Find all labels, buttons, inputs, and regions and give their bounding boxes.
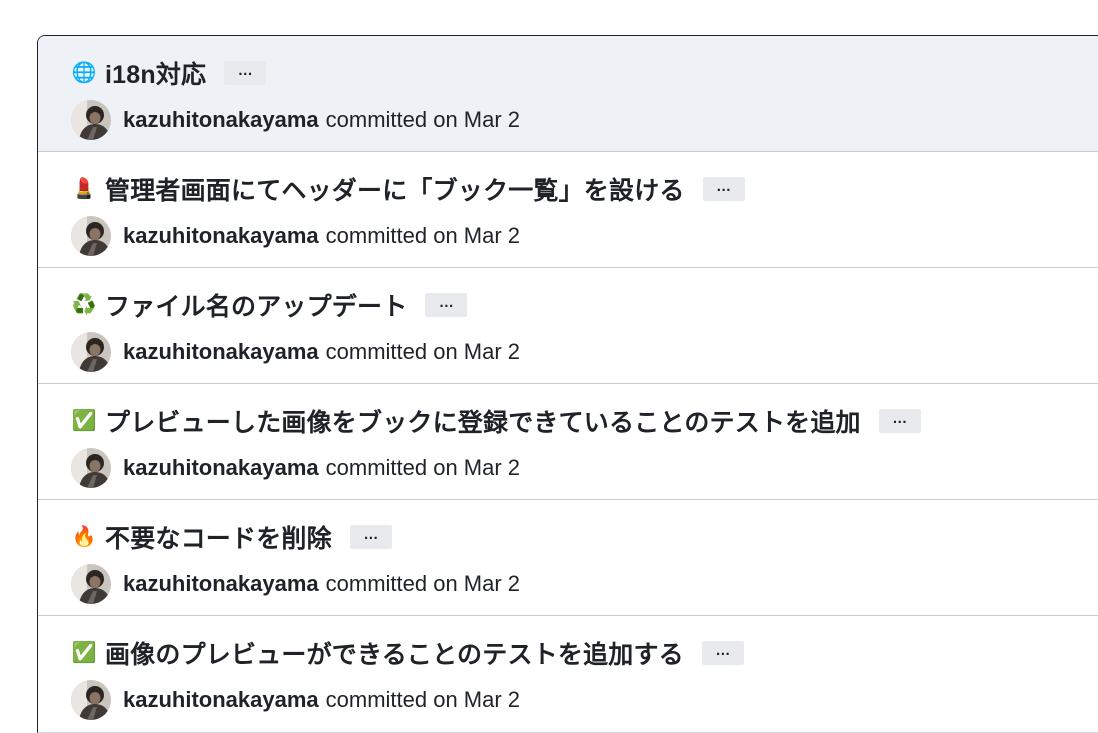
- avatar[interactable]: [71, 680, 111, 720]
- avatar[interactable]: [71, 448, 111, 488]
- commit-title-link[interactable]: 不要なコードを削除: [105, 519, 332, 555]
- commit-meta: kazuhitonakayama committed on Mar 2: [71, 680, 520, 720]
- check-mark-icon: ✅: [71, 410, 97, 432]
- avatar[interactable]: [71, 100, 111, 140]
- lipstick-icon: 💄: [71, 178, 97, 200]
- author-link[interactable]: kazuhitonakayama: [123, 455, 319, 481]
- author-link[interactable]: kazuhitonakayama: [123, 687, 319, 713]
- commit-meta: kazuhitonakayama committed on Mar 2: [71, 564, 520, 604]
- commit-title-link[interactable]: i18n対応: [105, 55, 206, 91]
- avatar[interactable]: [71, 216, 111, 256]
- expand-message-button[interactable]: …: [702, 177, 745, 201]
- commit-row[interactable]: 💄 管理者画面にてヘッダーに「ブック一覧」を設ける … kazuhitonaka…: [38, 152, 1098, 268]
- commit-title-line: ✅ 画像のプレビューができることのテストを追加する …: [71, 636, 744, 670]
- avatar[interactable]: [71, 564, 111, 604]
- author-link[interactable]: kazuhitonakayama: [123, 107, 319, 133]
- commit-row[interactable]: ✅ プレビューした画像をブックに登録できていることのテストを追加 … kazuh…: [38, 384, 1098, 500]
- expand-message-button[interactable]: …: [425, 293, 468, 317]
- commit-date: committed on Mar 2: [325, 107, 521, 132]
- check-mark-icon: ✅: [71, 642, 97, 664]
- author-link[interactable]: kazuhitonakayama: [123, 339, 319, 365]
- commit-title-line: 🔥 不要なコードを削除 …: [71, 520, 392, 554]
- author-link[interactable]: kazuhitonakayama: [123, 571, 319, 597]
- commit-title-link[interactable]: プレビューした画像をブックに登録できていることのテストを追加: [105, 403, 861, 439]
- expand-message-button[interactable]: …: [349, 525, 392, 549]
- commit-date: committed on Mar 2: [325, 455, 521, 480]
- commit-row[interactable]: ✅ 画像のプレビューができることのテストを追加する … kazuhitonaka…: [38, 616, 1098, 732]
- commit-date: committed on Mar 2: [325, 571, 521, 596]
- commit-meta: kazuhitonakayama committed on Mar 2: [71, 216, 520, 256]
- expand-message-button[interactable]: …: [878, 409, 921, 433]
- avatar[interactable]: [71, 332, 111, 372]
- commit-date: committed on Mar 2: [325, 223, 521, 248]
- globe-icon: 🌐: [71, 62, 97, 84]
- recycle-icon: ♻️: [71, 294, 97, 316]
- commit-row[interactable]: ♻️ ファイル名のアップデート … kazuhitonakayama commi…: [38, 268, 1098, 384]
- expand-message-button[interactable]: …: [701, 641, 744, 665]
- commit-date: committed on Mar 2: [325, 687, 521, 712]
- commit-row[interactable]: 🌐 i18n対応 … kazuhitonakayama committed on…: [38, 36, 1098, 152]
- commit-list: 🌐 i18n対応 … kazuhitonakayama committed on…: [37, 35, 1098, 733]
- commit-title-link[interactable]: ファイル名のアップデート: [105, 287, 407, 323]
- commit-meta: kazuhitonakayama committed on Mar 2: [71, 100, 520, 140]
- commit-date: committed on Mar 2: [325, 339, 521, 364]
- fire-icon: 🔥: [71, 526, 97, 548]
- commit-title-line: 💄 管理者画面にてヘッダーに「ブック一覧」を設ける …: [71, 172, 745, 206]
- author-link[interactable]: kazuhitonakayama: [123, 223, 319, 249]
- expand-message-button[interactable]: …: [224, 61, 267, 85]
- commit-title-link[interactable]: 画像のプレビューができることのテストを追加する: [105, 635, 684, 671]
- commit-title-line: 🌐 i18n対応 …: [71, 55, 267, 91]
- commit-title-line: ✅ プレビューした画像をブックに登録できていることのテストを追加 …: [71, 404, 921, 438]
- commit-title-link[interactable]: 管理者画面にてヘッダーに「ブック一覧」を設ける: [105, 171, 685, 207]
- commit-meta: kazuhitonakayama committed on Mar 2: [71, 332, 520, 372]
- commit-meta: kazuhitonakayama committed on Mar 2: [71, 448, 520, 488]
- commit-title-line: ♻️ ファイル名のアップデート …: [71, 287, 468, 323]
- commit-row[interactable]: 🔥 不要なコードを削除 … kazuhitonakayama committed…: [38, 500, 1098, 616]
